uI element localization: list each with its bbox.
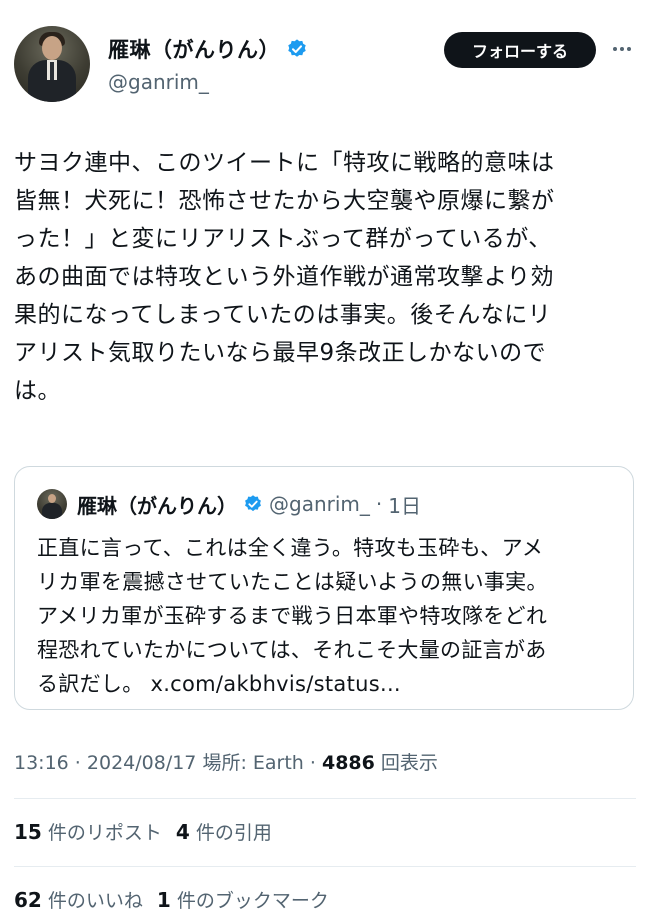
- quoted-author-handle: @ganrim_: [269, 492, 370, 516]
- bookmark-count-link[interactable]: 1 件のブックマーク: [156, 888, 329, 912]
- tweet-location: 場所: Earth: [202, 752, 304, 774]
- like-bookmark-stats: 62 件のいいね 1 件のブックマーク: [14, 886, 329, 913]
- quoted-text-line: 正直に言って、これは全く違う。特攻も玉砕も、アメ: [37, 536, 544, 560]
- tweet-date: 2024/08/17: [86, 752, 197, 774]
- repost-label: 件のリポスト: [47, 822, 162, 844]
- author-avatar[interactable]: [14, 26, 90, 102]
- tweet-text-line: 皆無！犬死に！恐怖させたから大空襲や原爆に繋が: [14, 188, 555, 214]
- quoted-tweet-header: 雁琳（がんりん） @ganrim_ · 1日: [37, 489, 421, 519]
- view-count: 4886: [321, 752, 375, 774]
- tweet-text-line: 果的になってしまっていたのは事実。後そんなにリ: [14, 302, 552, 328]
- like-count-link[interactable]: 62 件のいいね: [14, 888, 143, 912]
- dot-separator: ·: [375, 492, 383, 516]
- author-handle[interactable]: @ganrim_: [108, 70, 209, 94]
- follow-button[interactable]: フォローする: [444, 32, 596, 68]
- verified-badge-icon: [245, 495, 261, 512]
- divider: [14, 798, 636, 799]
- quoted-text-line: リカ軍を震撼させていたことは疑いようの無い事実。: [37, 570, 548, 594]
- quoted-text-line: る訳だし。 x.com/akbhvis/status...: [37, 672, 401, 696]
- quoted-author-name: 雁琳（がんりん）: [77, 493, 237, 518]
- bookmark-count: 1: [156, 888, 171, 912]
- tweet-text-line: った！」と変にリアリストぶって群がっているが、: [14, 226, 552, 252]
- quote-label: 件の引用: [195, 822, 272, 844]
- quoted-text-line: アメリカ軍が玉砕するまで戦う日本軍や特攻隊をどれ: [37, 604, 548, 628]
- bookmark-label: 件のブックマーク: [176, 890, 329, 912]
- more-options-icon[interactable]: [608, 34, 636, 64]
- repost-quote-stats: 15 件のリポスト 4 件の引用: [14, 818, 272, 845]
- author-name-row: 雁琳（がんりん）: [108, 34, 308, 64]
- tweet-text-line: は。: [14, 378, 61, 404]
- quoted-tweet-text: 正直に言って、これは全く違う。特攻も玉砕も、アメ リカ軍を震撼させていたことは疑い…: [37, 531, 617, 701]
- quote-count-link[interactable]: 4 件の引用: [175, 820, 272, 844]
- quoted-tweet-time: 1日: [388, 493, 421, 518]
- tweet-text-line: あの曲面では特攻という外道作戦が通常攻撃より効: [14, 264, 555, 290]
- view-count-label: 回表示: [380, 752, 438, 774]
- tweet-text-line: アリスト気取りたいなら最早9条改正しかないので: [14, 340, 547, 366]
- tweet-time: 13:16: [14, 752, 69, 774]
- quoted-author-avatar: [37, 489, 67, 519]
- tweet-meta: 13:16 · 2024/08/17 場所: Earth · 4886 回表示: [14, 752, 438, 774]
- tweet-text-line: サヨク連中、このツイートに「特攻に戦略的意味は: [14, 150, 555, 176]
- quote-count: 4: [175, 820, 190, 844]
- quoted-tweet[interactable]: 雁琳（がんりん） @ganrim_ · 1日 正直に言って、これは全く違う。特攻…: [14, 466, 634, 710]
- repost-count-link[interactable]: 15 件のリポスト: [14, 820, 162, 844]
- like-label: 件のいいね: [47, 890, 143, 912]
- repost-count: 15: [14, 820, 42, 844]
- author-display-name[interactable]: 雁琳（がんりん）: [108, 34, 280, 64]
- tweet-header: 雁琳（がんりん） @ganrim_ フォローする: [14, 26, 636, 106]
- divider: [14, 866, 636, 867]
- quoted-text-line: 程恐れていたかについては、それこそ大量の証言があ: [37, 638, 547, 662]
- like-count: 62: [14, 888, 42, 912]
- tweet-text: サヨク連中、このツイートに「特攻に戦略的意味は 皆無！犬死に！恐怖させたから大空襲…: [14, 144, 636, 410]
- verified-badge-icon: [288, 39, 306, 57]
